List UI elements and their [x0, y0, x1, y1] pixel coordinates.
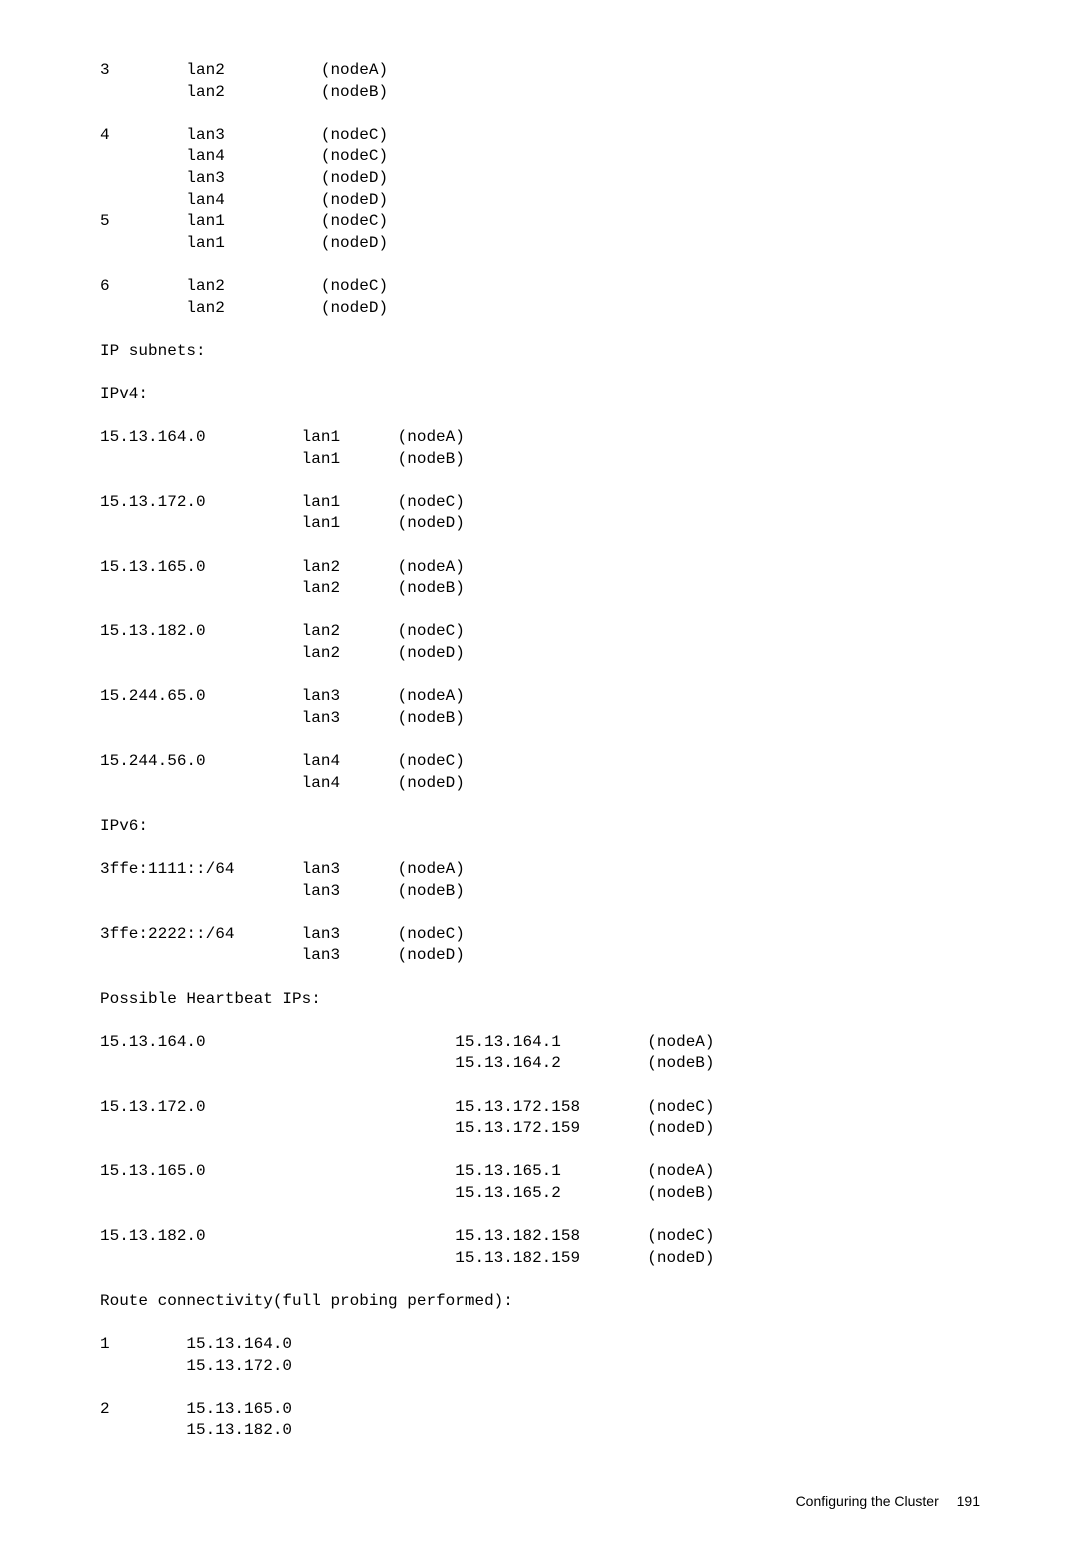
ipv4-label: IPv4:: [100, 385, 148, 403]
ipv6-table: 3ffe:1111::/64 lan3 (nodeA) lan3 (nodeB)…: [100, 837, 980, 967]
route-label: Route connectivity(full probing performe…: [100, 1292, 513, 1310]
footer-text: Configuring the Cluster: [796, 1493, 939, 1509]
heartbeat-table: 15.13.164.0 15.13.164.1 (nodeA) 15.13.16…: [100, 1010, 980, 1269]
heartbeat-label: Possible Heartbeat IPs:: [100, 990, 321, 1008]
route-heading: Route connectivity(full probing performe…: [100, 1269, 980, 1312]
ipv4-table: 15.13.164.0 lan1 (nodeA) lan1 (nodeB) 15…: [100, 406, 980, 795]
ipv6-label: IPv6:: [100, 817, 148, 835]
ip-subnets-label: IP subnets:: [100, 342, 206, 360]
footer-page-number: 191: [957, 1493, 980, 1509]
ip-subnets-heading: IP subnets: IPv4:: [100, 319, 980, 405]
route-table: 1 15.13.164.0 15.13.172.0 2 15.13.165.0 …: [100, 1312, 980, 1442]
heartbeat-heading: Possible Heartbeat IPs:: [100, 967, 980, 1010]
top-table: 3 lan2 (nodeA) lan2 (nodeB) 4 lan3 (node…: [100, 60, 980, 319]
ipv6-heading: IPv6:: [100, 794, 980, 837]
page-footer: Configuring the Cluster 191: [100, 1492, 980, 1511]
